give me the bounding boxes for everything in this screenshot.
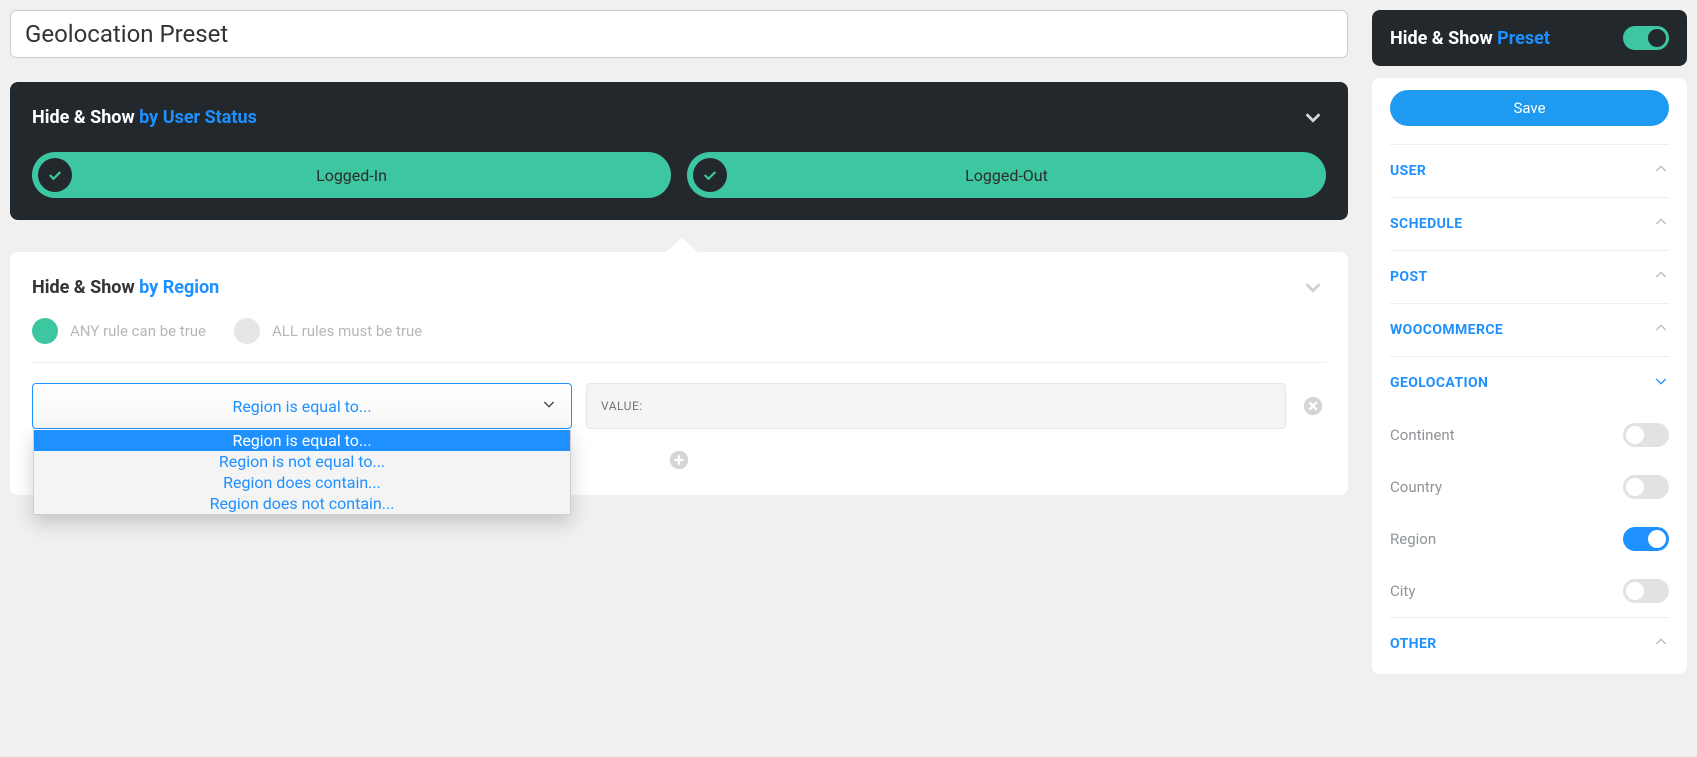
accordion-label: GEOLOCATION bbox=[1390, 375, 1488, 391]
chevron-up-icon bbox=[1653, 634, 1669, 654]
accordion-user[interactable]: USER bbox=[1390, 144, 1669, 197]
dropdown-option[interactable]: Region is equal to... bbox=[34, 430, 570, 451]
geo-continent-row: Continent bbox=[1390, 409, 1669, 461]
radio-dot bbox=[234, 318, 260, 344]
pill-label: Logged-Out bbox=[687, 166, 1326, 185]
accordion-post[interactable]: POST bbox=[1390, 250, 1669, 303]
preset-enable-toggle[interactable] bbox=[1623, 26, 1669, 50]
dropdown-option[interactable]: Region is not equal to... bbox=[34, 451, 570, 472]
collapse-user-status[interactable] bbox=[1300, 104, 1326, 130]
accordion-geolocation[interactable]: GEOLOCATION bbox=[1390, 356, 1669, 409]
geo-label: Region bbox=[1390, 530, 1436, 548]
chevron-up-icon bbox=[1653, 214, 1669, 234]
pill-label: Logged-In bbox=[32, 166, 671, 185]
accordion-label: OTHER bbox=[1390, 636, 1437, 652]
accordion-woocommerce[interactable]: WOOCOMMERCE bbox=[1390, 303, 1669, 356]
select-value: Region is equal to... bbox=[232, 397, 371, 416]
chevron-up-icon bbox=[1653, 320, 1669, 340]
dropdown-option[interactable]: Region does contain... bbox=[34, 472, 570, 493]
add-rule-button[interactable] bbox=[666, 447, 692, 473]
sidebar-header: Hide & Show Preset bbox=[1372, 10, 1687, 66]
rule-mode-all[interactable]: ALL rules must be true bbox=[234, 318, 422, 344]
chevron-up-icon bbox=[1653, 161, 1669, 181]
accordion-other[interactable]: OTHER bbox=[1390, 617, 1669, 670]
accordion-label: WOOCOMMERCE bbox=[1390, 322, 1503, 338]
rule-mode-label: ANY rule can be true bbox=[70, 322, 206, 340]
save-button[interactable]: Save bbox=[1390, 90, 1669, 126]
geo-city-row: City bbox=[1390, 565, 1669, 617]
region-toggle[interactable] bbox=[1623, 527, 1669, 551]
country-toggle[interactable] bbox=[1623, 475, 1669, 499]
accordion-schedule[interactable]: SCHEDULE bbox=[1390, 197, 1669, 250]
condition-dropdown: Region is equal to... Region is not equa… bbox=[33, 430, 571, 515]
region-panel: Hide & Show by Region ANY rule can be tr… bbox=[10, 252, 1348, 495]
rule-mode-label: ALL rules must be true bbox=[272, 322, 422, 340]
title-accent: by Region bbox=[139, 277, 219, 298]
chevron-up-icon bbox=[1653, 267, 1669, 287]
geo-country-row: Country bbox=[1390, 461, 1669, 513]
sidebar-header-accent: Preset bbox=[1497, 28, 1550, 49]
region-title: Hide & Show by Region bbox=[32, 277, 219, 298]
accordion-label: POST bbox=[1390, 269, 1428, 285]
geo-region-row: Region bbox=[1390, 513, 1669, 565]
rule-mode-any[interactable]: ANY rule can be true bbox=[32, 318, 206, 344]
sidebar-body: Save USER SCHEDULE POST WOOCOMMERCE GEOL… bbox=[1372, 78, 1687, 674]
title-prefix: Hide & Show bbox=[32, 107, 139, 128]
sidebar-header-prefix: Hide & Show bbox=[1390, 28, 1497, 49]
pill-logged-out[interactable]: Logged-Out bbox=[687, 152, 1326, 198]
user-status-title: Hide & Show by User Status bbox=[32, 107, 257, 128]
pill-logged-in[interactable]: Logged-In bbox=[32, 152, 671, 198]
user-status-panel: Hide & Show by User Status Logged-In Log… bbox=[10, 82, 1348, 220]
chevron-down-icon bbox=[541, 396, 557, 416]
geo-label: Country bbox=[1390, 478, 1442, 496]
chevron-down-icon bbox=[1653, 373, 1669, 393]
radio-dot bbox=[32, 318, 58, 344]
title-prefix: Hide & Show bbox=[32, 277, 139, 298]
city-toggle[interactable] bbox=[1623, 579, 1669, 603]
accordion-label: SCHEDULE bbox=[1390, 216, 1463, 232]
title-accent: by User Status bbox=[139, 107, 257, 128]
dropdown-option[interactable]: Region does not contain... bbox=[34, 493, 570, 514]
condition-select[interactable]: Region is equal to... Region is equal to… bbox=[32, 383, 572, 429]
accordion-label: USER bbox=[1390, 163, 1426, 179]
collapse-region[interactable] bbox=[1300, 274, 1326, 300]
remove-rule-button[interactable] bbox=[1300, 393, 1326, 419]
continent-toggle[interactable] bbox=[1623, 423, 1669, 447]
geo-label: City bbox=[1390, 582, 1415, 600]
geo-label: Continent bbox=[1390, 426, 1455, 444]
condition-value-input[interactable] bbox=[586, 383, 1286, 429]
preset-name-input[interactable] bbox=[10, 10, 1348, 58]
